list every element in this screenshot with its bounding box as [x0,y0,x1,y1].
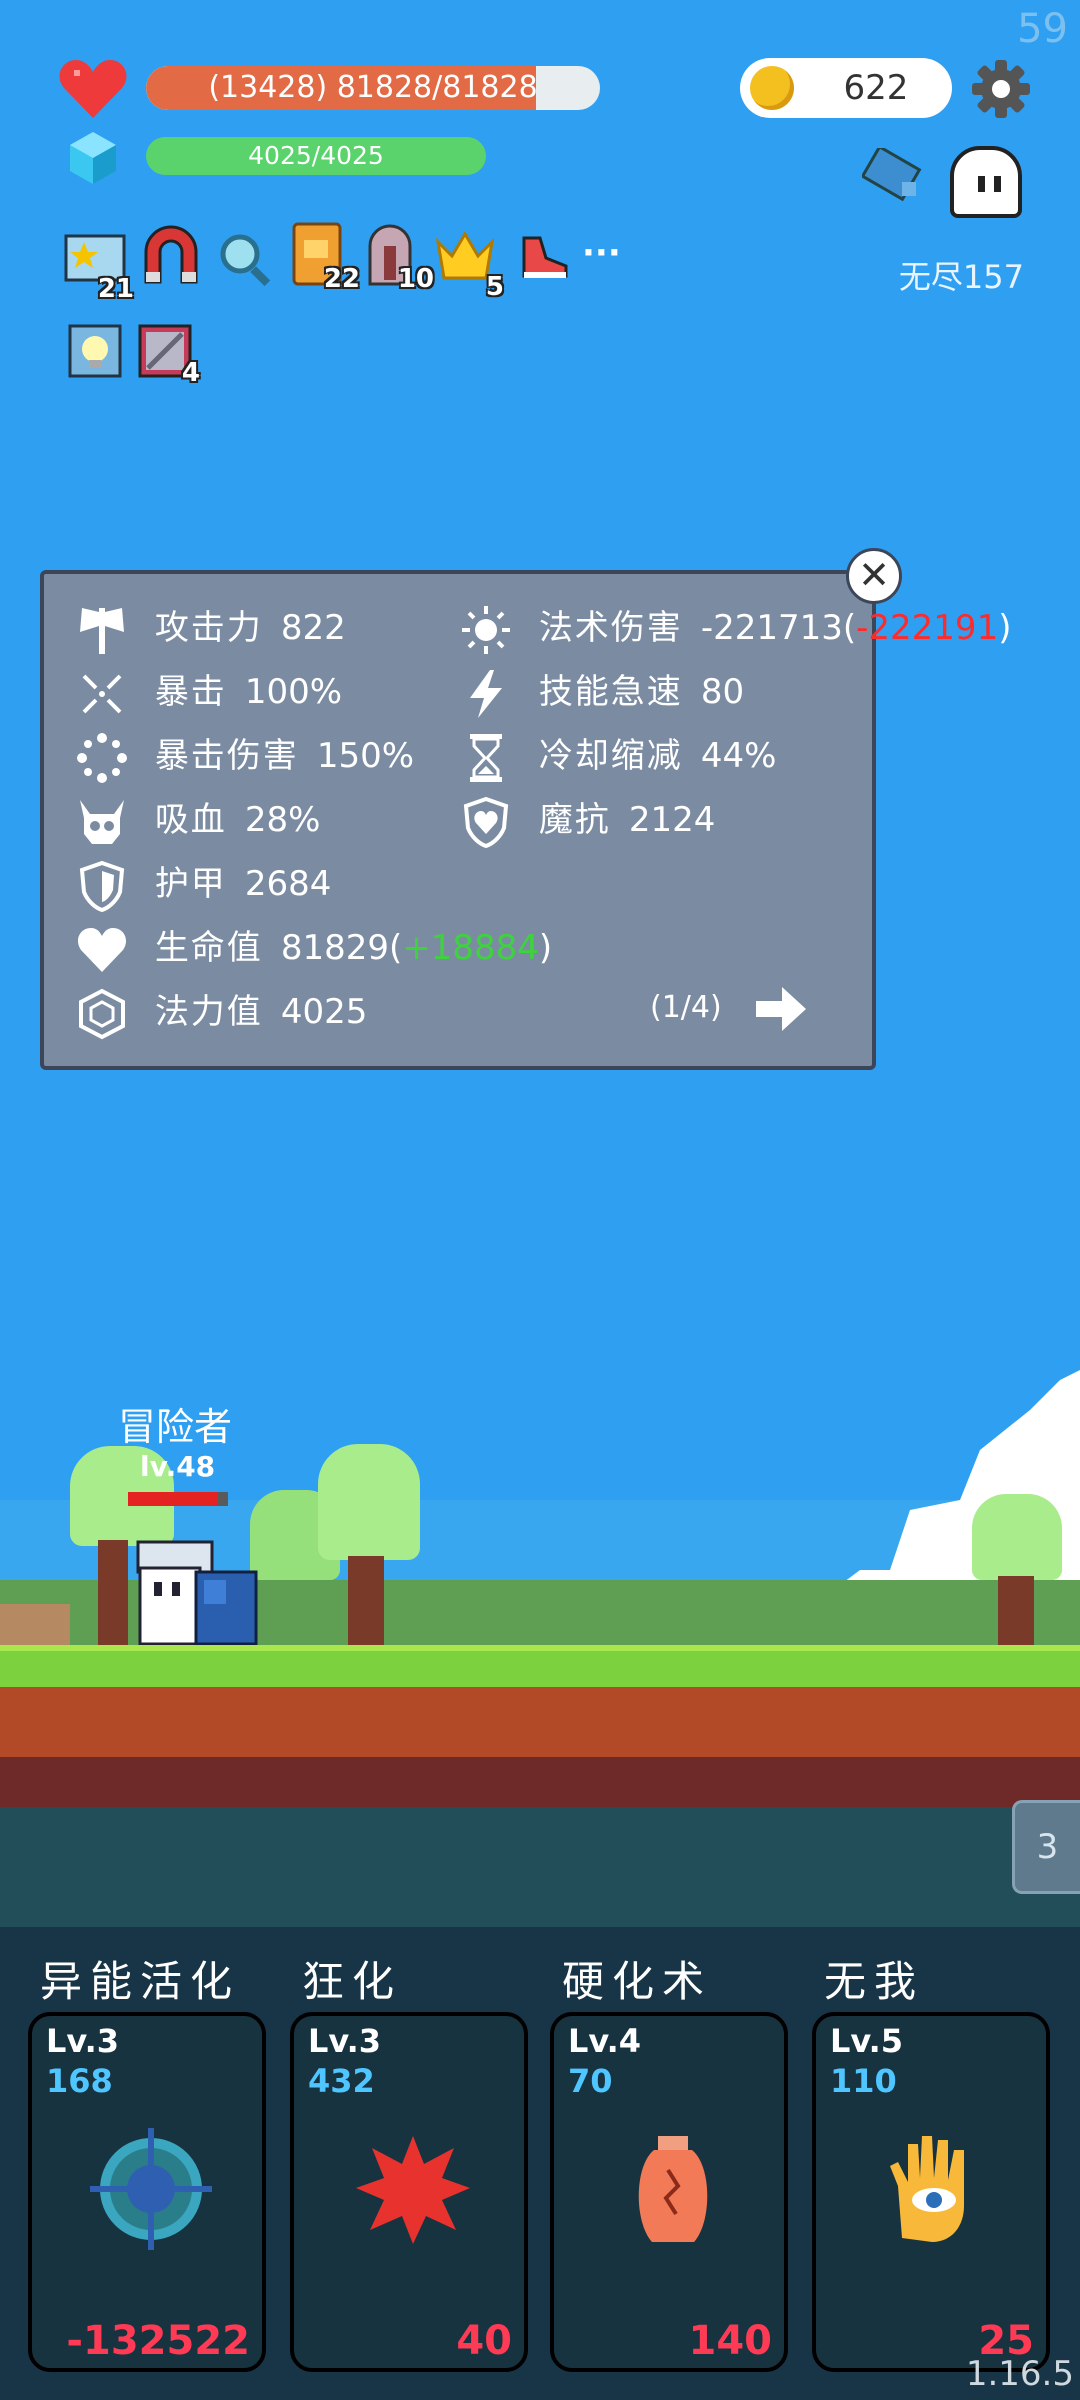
circle-dots-icon [77,732,127,783]
stat-crit: 暴击 100% [76,664,342,720]
magnifier-icon[interactable] [216,230,278,292]
eye-hand-icon [890,2136,964,2242]
skill-card[interactable]: Lv.3 432 40 [290,2012,528,2372]
fence [0,1604,70,1646]
skill-name: 狂化 [302,1957,403,2006]
skill-card[interactable]: Lv.5 110 25 [812,2012,1050,2372]
card-pickup-icon[interactable] [862,148,940,204]
page-indicator: (1/4) [650,990,722,1025]
hourglass-icon [470,733,502,782]
tree [972,1494,1062,1580]
shield-icon [79,860,125,912]
crown-icon[interactable]: 5 [434,230,504,302]
adventurer-level: lv.48 [140,1450,216,1483]
coin-counter: 622 [740,58,952,118]
crosshair-icon [90,2128,212,2250]
demon-skull-icon [80,799,124,844]
buff-count: 10 [397,264,434,294]
skill-level: Lv.5 [830,2022,904,2060]
skill-value: -132522 [66,2318,250,2364]
skill-card[interactable]: Lv.3 168 -132522 [28,2012,266,2372]
buff-count: 22 [323,264,360,294]
hp-bonus: +18884 [402,928,539,968]
heart-outline-icon [77,927,127,972]
gear-icon[interactable] [970,58,1032,120]
mp-text: 4025/4025 [248,141,384,170]
heart-icon [59,60,127,118]
lightning-icon [470,669,502,718]
skill-cost: 168 [46,2062,113,2100]
coin-amount: 622 [843,68,909,108]
stat-cooldown: 冷却缩减 44% [460,728,776,784]
spell-damage-bonus: -222191 [856,608,999,648]
ground-dirt-dark [0,1757,1080,1807]
ground-grass [0,1645,1080,1693]
lightbulb-icon[interactable] [68,324,122,378]
buff-count: 4 [181,358,200,388]
stat-lifesteal: 吸血 28% [76,792,320,848]
mp-bar: 4025/4025 [146,137,486,175]
mana-gem-icon [70,132,116,184]
gem-outline-icon [79,988,125,1039]
skill-value: 40 [456,2318,512,2364]
skill-level: Lv.3 [308,2022,382,2060]
close-button[interactable]: ✕ [846,548,902,604]
knight-character[interactable] [132,1538,262,1648]
stat-spell-damage: 法术伤害 -221713(-222191) [460,600,1011,656]
hp-bar: (13428) 81828/81828 [146,66,600,110]
tree-trunk [98,1540,128,1648]
stat-crit-damage: 暴击伤害 150% [76,728,414,784]
heart-shield-icon [463,796,509,848]
stat-haste: 技能急速 80 [460,664,744,720]
next-page-arrow-icon[interactable] [754,984,808,1034]
skill-cost: 70 [568,2062,613,2100]
tree [318,1444,420,1560]
coin-icon [750,66,794,110]
stat-hp: 生命值 81829(+18884) [76,920,552,976]
cracked-vase-icon [638,2136,708,2242]
buff-count: 21 [97,274,134,304]
skill-level: Lv.4 [568,2022,642,2060]
blood-splat-icon [356,2136,470,2244]
stat-mana: 法力值 4025 [76,984,367,1040]
version-label: 1.16.5 [965,2354,1074,2394]
crosshair-x-icon [82,674,122,713]
skill-name: 无我 [824,1957,925,2006]
magnet-icon[interactable] [140,222,202,284]
more-icon[interactable]: ··· [582,222,644,284]
skill-name: 硬化术 [562,1957,713,2006]
sun-icon [462,605,510,654]
tree-trunk [998,1576,1034,1648]
skill-name: 异能活化 [40,1957,241,2006]
axe-icon [80,607,124,654]
ground-dirt [0,1687,1080,1757]
star-card-icon[interactable]: 21 [64,232,134,304]
buff-count: 5 [485,272,504,302]
tombstone-icon[interactable]: 10 [364,222,434,294]
endless-level-label: 无尽157 [898,258,1024,296]
scroll-icon[interactable]: 4 [138,324,200,388]
stat-attack: 攻击力 822 [76,600,346,656]
skill-cost: 432 [308,2062,375,2100]
tree-trunk [348,1556,384,1648]
adventurer-hp-bar [128,1492,228,1506]
skill-cost: 110 [830,2062,897,2100]
shoe-icon[interactable] [510,228,572,290]
stats-panel: 攻击力 822 暴击 100% 暴击伤害 150% 吸血 28% 护甲 2684 生命值 8… [40,570,1011,1070]
stat-magic-resist: 魔抗 2124 [460,792,715,848]
skill-card[interactable]: Lv.4 70 140 [550,2012,788,2372]
stat-armor: 护甲 2684 [76,856,331,912]
skill-level: Lv.3 [46,2022,120,2060]
skill-value: 140 [688,2318,773,2364]
water [0,1807,1080,1927]
ghost-icon[interactable] [950,146,1022,218]
hp-text: (13428) 81828/81828 [208,70,538,105]
adventurer-name: 冒险者 [118,1405,233,1449]
book-icon[interactable]: 22 [290,222,360,294]
fps-counter: 59 [1017,6,1068,52]
wave-tab[interactable]: 3 [1012,1800,1080,1894]
